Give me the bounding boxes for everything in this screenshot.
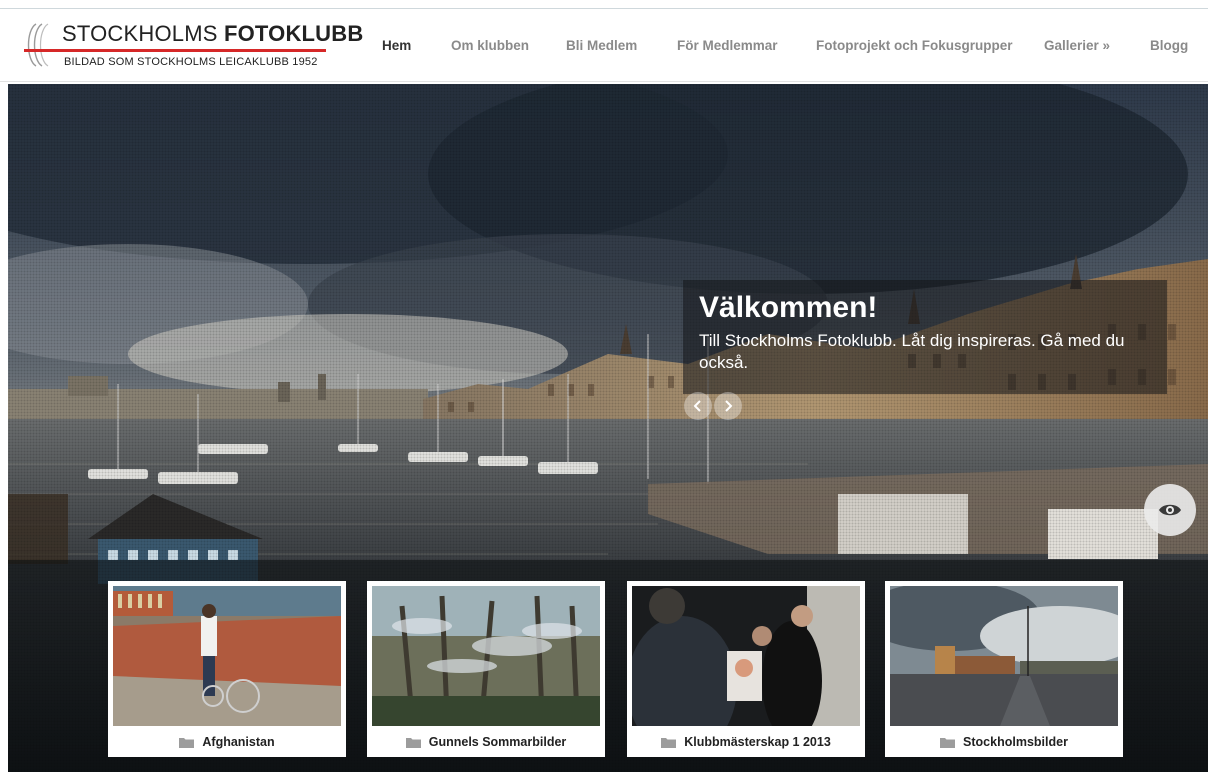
slide-caption: Välkommen! Till Stockholms Fotoklubb. Lå… [683,280,1167,394]
folder-icon [661,737,677,748]
gallery-card-label: Afghanistan [108,731,346,753]
gallery-card-afghanistan[interactable]: Afghanistan [108,581,346,757]
main-nav: Hem Om klubben Bli Medlem För Medlemmar … [0,10,1208,82]
nav-item-bli-medlem[interactable]: Bli Medlem [566,38,637,53]
chevron-left-icon [693,400,701,412]
slide-caption-title: Välkommen! [699,291,878,324]
nav-item-hem[interactable]: Hem [382,38,411,53]
nav-item-om-klubben[interactable]: Om klubben [451,38,529,53]
hero-slider: Välkommen! Till Stockholms Fotoklubb. Lå… [8,84,1208,772]
eye-icon [1159,504,1181,516]
slider-prev-button[interactable] [684,392,712,420]
gallery-thumbnail [372,586,600,726]
site-header: STOCKHOLMS FOTOKLUBB BILDAD SOM STOCKHOL… [0,10,1208,82]
slide-caption-text: Till Stockholms Fotoklubb. Låt dig inspi… [699,331,1125,372]
gallery-card-label: Klubbmästerskap 1 2013 [627,731,865,753]
nav-item-blogg[interactable]: Blogg [1150,38,1188,53]
gallery-card-klubbmasterskap[interactable]: Klubbmästerskap 1 2013 [627,581,865,757]
slider-next-button[interactable] [714,392,742,420]
gallery-title: Stockholmsbilder [963,735,1068,749]
gallery-thumbnail [113,586,341,726]
nav-item-gallerier[interactable]: Gallerier » [1044,38,1110,53]
gallery-title: Klubbmästerskap 1 2013 [684,735,831,749]
folder-icon [405,737,421,748]
gallery-title: Afghanistan [202,735,275,749]
top-border [0,0,1208,9]
gallery-card-label: Gunnels Sommarbilder [367,731,605,753]
nav-item-for-medlemmar[interactable]: För Medlemmar [677,38,778,53]
nav-item-fotoprojekt[interactable]: Fotoprojekt och Fokusgrupper [816,38,1013,53]
view-slide-button[interactable] [1144,484,1196,536]
gallery-title: Gunnels Sommarbilder [428,735,567,749]
gallery-card-stockholmsbilder[interactable]: Stockholmsbilder [885,581,1123,757]
gallery-card-gunnels-sommarbilder[interactable]: Gunnels Sommarbilder [367,581,605,757]
gallery-thumbnail [890,586,1118,726]
gallery-thumbnail [632,586,860,726]
chevron-right-icon [725,400,733,412]
folder-icon [940,737,956,748]
gallery-card-label: Stockholmsbilder [885,731,1123,753]
folder-icon [179,737,195,748]
